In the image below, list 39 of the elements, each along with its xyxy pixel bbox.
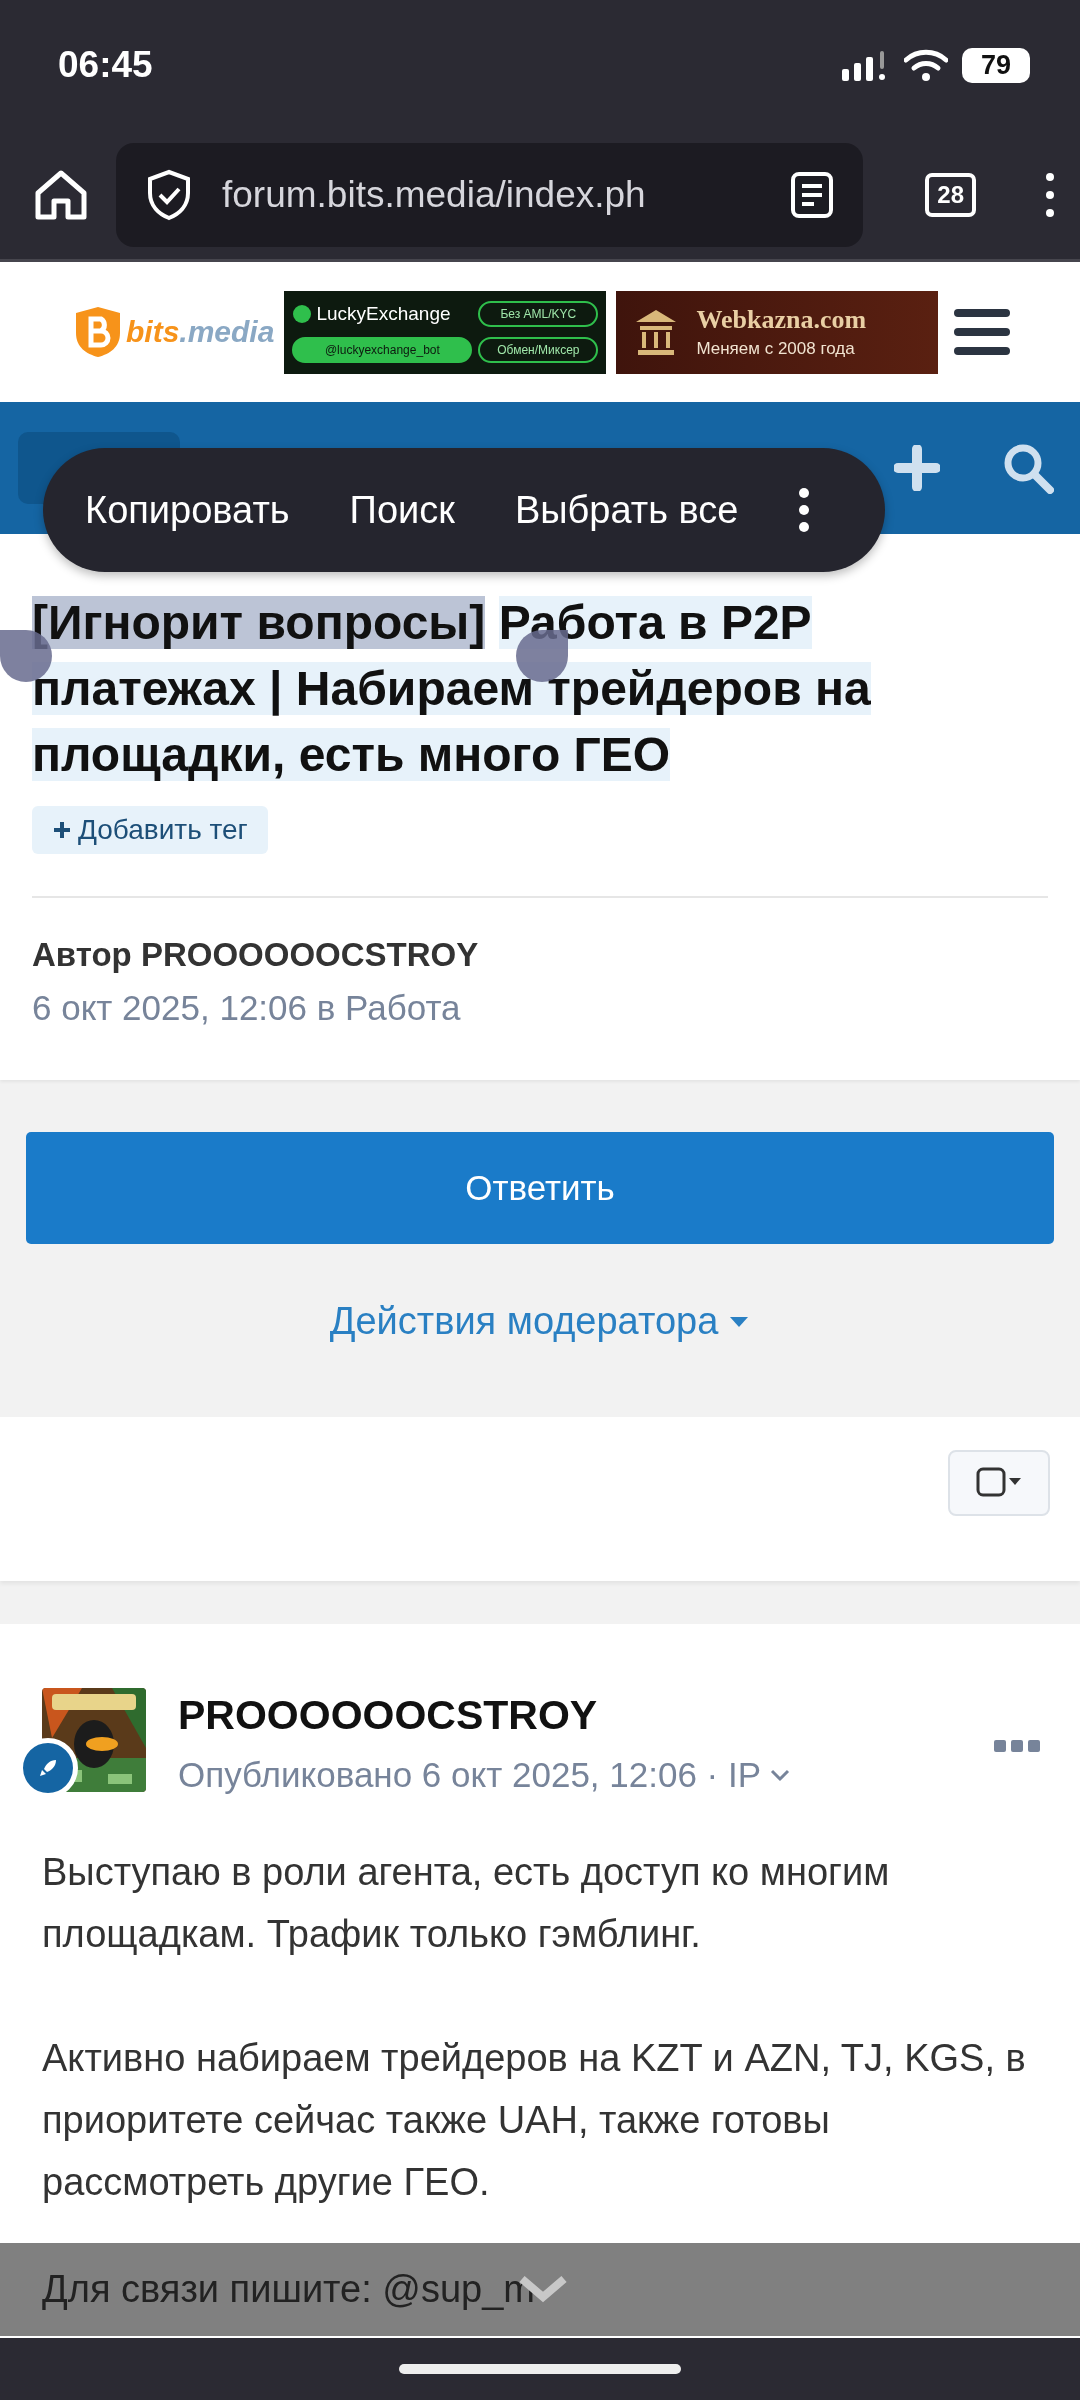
post-meta: Опубликовано 6 окт 2025, 12:06 · IP xyxy=(178,1755,962,1795)
post-author[interactable]: PROOOOOOCSTROY xyxy=(178,1692,962,1739)
ad-tag: @luckyexchange_bot xyxy=(292,337,473,364)
search-icon[interactable] xyxy=(1002,442,1054,494)
caret-icon xyxy=(728,1314,751,1329)
tab-count[interactable]: 28 xyxy=(925,172,976,217)
menu-icon[interactable] xyxy=(954,309,1011,355)
wifi-icon xyxy=(904,48,948,82)
post-paragraph: Активно набираем трейдеров на KZT и AZN, TJ, KGS, в приоритете сейчас также UAH, также готовы рассмотреть другие ГЕО. xyxy=(42,2036,1027,2205)
add-tag-button[interactable]: Добавить тег xyxy=(32,806,268,854)
select-dropdown[interactable] xyxy=(948,1450,1050,1516)
url-field[interactable]: forum.bits.media/index.ph xyxy=(116,142,864,247)
plus-icon xyxy=(52,820,72,840)
post-paragraph: Выступаю в роли агента, есть доступ ко многим площадкам. Трафик только гэмблинг. xyxy=(42,1850,891,1957)
ad-tag: Обмен/Миксер xyxy=(478,337,599,364)
ad-title: Webkazna.com xyxy=(696,305,867,335)
menu-item[interactable]: Копировать xyxy=(85,488,290,532)
reader-icon[interactable] xyxy=(791,171,834,218)
ad-banner[interactable]: LuckyExchange Без AML/KYC @luckyexchange_bot Обмен/Миксер xyxy=(284,290,607,374)
ad-subtitle: Меняем с 2008 года xyxy=(696,339,856,359)
post-paragraph: Для связи пишите: @sup_m xyxy=(42,2268,535,2311)
menu-icon[interactable] xyxy=(1044,171,1056,218)
bitcoin-shield-icon xyxy=(74,305,122,359)
status-time: 06:45 xyxy=(58,44,153,86)
topic-meta: 6 окт 2025, 12:06 в Работа xyxy=(32,988,462,1028)
ad-banner[interactable]: Webkazna.com Меняем с 2008 года xyxy=(616,290,939,374)
ad-tag: Без AML/KYC xyxy=(478,300,599,327)
moderator-actions-link[interactable]: Действия модератора xyxy=(329,1300,751,1343)
topic-author: Автор PROOOOOOCSTROY xyxy=(32,936,480,974)
ad-title: LuckyExchange xyxy=(292,302,473,325)
checkbox-caret-icon xyxy=(975,1466,1023,1500)
menu-item[interactable]: Выбрать все xyxy=(514,488,739,532)
plus-icon[interactable] xyxy=(894,445,940,491)
battery-level: 79 xyxy=(962,47,1030,83)
menu-item[interactable]: Поиск xyxy=(349,488,455,532)
shield-icon xyxy=(146,168,192,221)
more-icon[interactable] xyxy=(798,488,811,532)
home-icon[interactable] xyxy=(34,168,88,221)
reply-button[interactable]: Ответить xyxy=(26,1132,1054,1244)
